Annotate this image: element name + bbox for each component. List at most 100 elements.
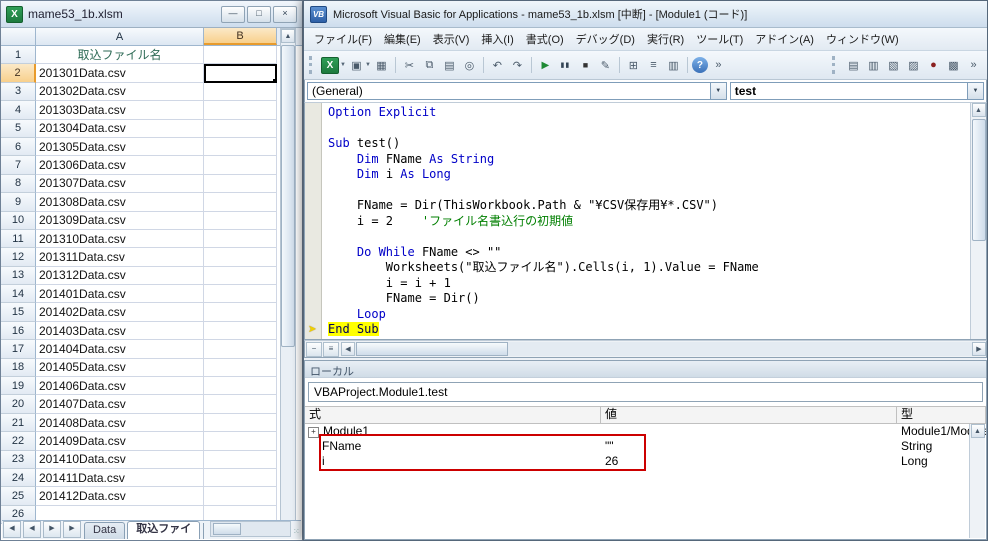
insert-userform-icon[interactable]: ▣ (347, 56, 366, 74)
view-excel-icon[interactable]: X (321, 57, 339, 74)
cell-a20[interactable]: 201407Data.csv (36, 395, 204, 413)
call-stack-icon[interactable]: ▨ (904, 56, 923, 74)
cell-b16[interactable] (204, 322, 277, 340)
help-icon[interactable]: ? (692, 57, 708, 73)
cell-b13[interactable] (204, 267, 277, 285)
chevron-down-icon[interactable]: ▼ (710, 83, 726, 99)
sheet-tab[interactable]: 取込ファイ (127, 521, 200, 539)
locals-row[interactable]: i26Long (305, 454, 986, 469)
excel-titlebar[interactable]: X mame53_1b.xlsm —□× (1, 1, 302, 28)
code-horizontal-scrollbar[interactable] (355, 342, 972, 356)
save-icon[interactable]: ▦ (372, 56, 391, 74)
cell-b6[interactable] (204, 138, 277, 156)
row-header[interactable]: 2 (1, 64, 36, 82)
chevron-down-icon[interactable]: ▼ (365, 62, 371, 68)
select-all-corner[interactable] (1, 28, 36, 45)
cell-b2[interactable] (204, 64, 277, 82)
restore-button[interactable]: □ (247, 6, 271, 23)
sheet-nav-next-icon[interactable]: ▶ (43, 521, 61, 538)
excel-vscroll-thumb[interactable] (281, 45, 295, 347)
chevron-down-icon[interactable]: ▼ (967, 83, 983, 99)
cell-a10[interactable]: 201309Data.csv (36, 212, 204, 230)
row-header[interactable]: 14 (1, 285, 36, 303)
scroll-up-icon[interactable]: ▲ (971, 424, 985, 438)
cell-b10[interactable] (204, 212, 277, 230)
column-header-b[interactable]: B (204, 28, 277, 45)
chevron-down-icon[interactable]: ▼ (340, 62, 346, 68)
sheet-nav-next-icon[interactable]: ▶ (63, 521, 81, 538)
row-header[interactable]: 10 (1, 212, 36, 230)
menu-item[interactable]: 書式(O) (520, 29, 570, 49)
locals-row[interactable]: +Module1Module1/Module1 (305, 424, 986, 439)
full-module-view-button[interactable]: ≡ (323, 342, 339, 357)
row-header[interactable]: 20 (1, 395, 36, 413)
run-icon[interactable]: ▶ (536, 56, 555, 74)
cell-b1[interactable] (204, 46, 277, 64)
menu-item[interactable]: 挿入(I) (475, 29, 519, 49)
row-header[interactable]: 23 (1, 451, 36, 469)
row-header[interactable]: 7 (1, 156, 36, 174)
cell-b23[interactable] (204, 451, 277, 469)
cell-a14[interactable]: 201401Data.csv (36, 285, 204, 303)
cell-a19[interactable]: 201406Data.csv (36, 377, 204, 395)
row-header[interactable]: 22 (1, 432, 36, 450)
cell-a9[interactable]: 201308Data.csv (36, 193, 204, 211)
row-header[interactable]: 18 (1, 359, 36, 377)
object-combobox[interactable]: (General) ▼ (307, 82, 727, 100)
cell-b15[interactable] (204, 303, 277, 321)
cell-b25[interactable] (204, 487, 277, 505)
break-icon[interactable]: ▮▮ (556, 56, 575, 74)
row-header[interactable]: 25 (1, 487, 36, 505)
sheet-nav-prev-icon[interactable]: ◀ (3, 521, 21, 538)
menu-item[interactable]: 実行(R) (641, 29, 690, 49)
menu-item[interactable]: ファイル(F) (308, 29, 378, 49)
locals-window-icon[interactable]: ▤ (844, 56, 863, 74)
cell-b9[interactable] (204, 193, 277, 211)
scroll-up-icon[interactable]: ▲ (972, 103, 986, 117)
row-header[interactable]: 5 (1, 120, 36, 138)
row-header[interactable]: 11 (1, 230, 36, 248)
design-mode-icon[interactable]: ✎ (596, 56, 615, 74)
cell-a18[interactable]: 201405Data.csv (36, 359, 204, 377)
locals-vertical-scrollbar[interactable]: ▲ (969, 424, 985, 538)
tab-splitter-handle[interactable] (203, 523, 208, 539)
excel-grid[interactable]: 1取込ファイル名2201301Data.csv3201302Data.csv42… (1, 46, 302, 524)
code-vscroll-thumb[interactable] (972, 119, 986, 241)
toolbar-drag-handle[interactable] (832, 56, 839, 74)
toolbar-drag-handle[interactable] (309, 56, 316, 74)
row-header[interactable]: 4 (1, 101, 36, 119)
cell-b20[interactable] (204, 395, 277, 413)
cell-a7[interactable]: 201306Data.csv (36, 156, 204, 174)
row-header[interactable]: 9 (1, 193, 36, 211)
menu-item[interactable]: デバッグ(D) (570, 29, 641, 49)
cut-icon[interactable]: ✂ (400, 56, 419, 74)
cell-b8[interactable] (204, 175, 277, 193)
scroll-up-icon[interactable]: ▲ (281, 29, 295, 43)
row-header[interactable]: 1 (1, 46, 36, 64)
breakpoint-icon[interactable]: ● (924, 56, 943, 74)
locals-call-context[interactable]: VBAProject.Module1.test (308, 382, 983, 402)
toolbar2-overflow-chevron[interactable]: » (964, 56, 983, 74)
cell-a22[interactable]: 201409Data.csv (36, 432, 204, 450)
object-browser-icon[interactable]: ▥ (664, 56, 683, 74)
cell-b24[interactable] (204, 469, 277, 487)
cell-a4[interactable]: 201303Data.csv (36, 101, 204, 119)
find-icon[interactable]: ◎ (460, 56, 479, 74)
cell-a21[interactable]: 201408Data.csv (36, 414, 204, 432)
row-header[interactable]: 17 (1, 340, 36, 358)
cell-b18[interactable] (204, 359, 277, 377)
scroll-right-icon[interactable]: ▶ (972, 342, 986, 356)
cell-b7[interactable] (204, 156, 277, 174)
excel-vertical-scrollbar[interactable]: ▲ (280, 28, 296, 523)
code-hscroll-thumb[interactable] (356, 342, 508, 356)
minimize-button[interactable]: — (221, 6, 245, 23)
resize-grip-icon[interactable]: ⁙ (293, 525, 301, 539)
row-header[interactable]: 3 (1, 83, 36, 101)
menu-item[interactable]: ウィンドウ(W) (820, 29, 905, 49)
cell-a8[interactable]: 201307Data.csv (36, 175, 204, 193)
cell-a3[interactable]: 201302Data.csv (36, 83, 204, 101)
menu-item[interactable]: 編集(E) (378, 29, 427, 49)
row-header[interactable]: 24 (1, 469, 36, 487)
cell-b17[interactable] (204, 340, 277, 358)
cell-a24[interactable]: 201411Data.csv (36, 469, 204, 487)
